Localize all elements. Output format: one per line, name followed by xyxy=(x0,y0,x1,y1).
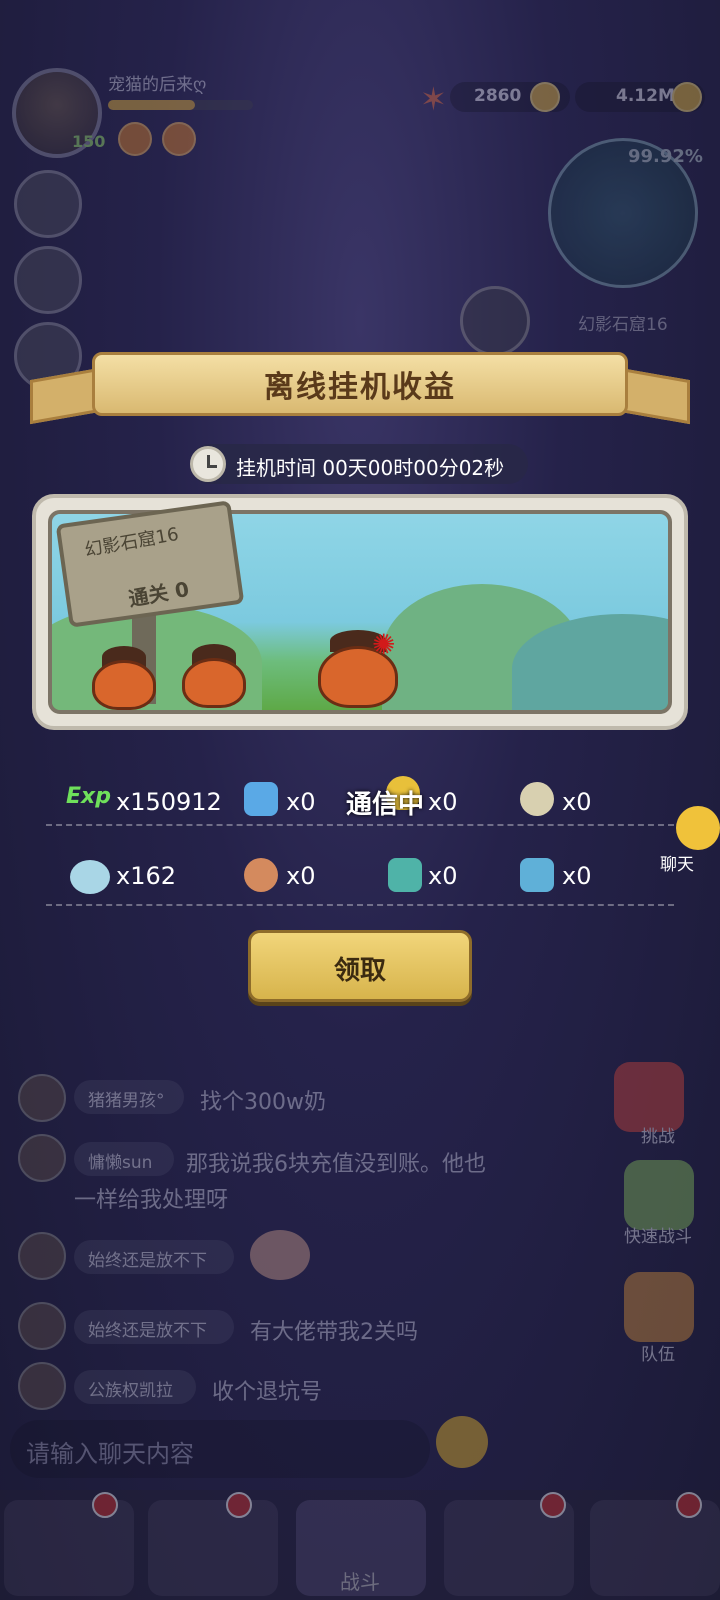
team-button[interactable] xyxy=(624,1272,694,1342)
claim-button-label: 领取 xyxy=(333,956,386,986)
quick-battle-label: 快速战斗 xyxy=(624,1227,692,1247)
chat-avatar[interactable] xyxy=(18,1074,66,1122)
quick-battle-button[interactable] xyxy=(624,1160,694,1230)
chat-sender: 公族权凯拉 xyxy=(88,1381,173,1401)
reward-flame-value: x0 xyxy=(428,788,458,816)
exp-icon: Exp xyxy=(66,784,111,809)
banner-tail-right xyxy=(620,367,690,425)
shell-icon xyxy=(70,860,110,894)
notification-dot-icon xyxy=(540,1492,566,1518)
reward-meat-value: x0 xyxy=(286,862,316,890)
reward-crystal-value: x0 xyxy=(286,788,316,816)
reward-divider xyxy=(46,824,674,826)
chat-message: 那我说我6块充值没到账。他也 xyxy=(186,1152,486,1177)
coin-icon xyxy=(520,782,554,816)
nav-pets-tab[interactable] xyxy=(4,1500,134,1596)
teammate-avatar[interactable] xyxy=(14,170,82,238)
boss-avatar[interactable] xyxy=(460,286,530,356)
reward-coin-value: x0 xyxy=(562,788,592,816)
chat-message: 有大佬带我2关吗 xyxy=(250,1320,418,1345)
gems-count: 2860 xyxy=(474,86,522,106)
shells-count: 4.12M xyxy=(616,86,675,106)
notification-dot-icon xyxy=(92,1492,118,1518)
crystal-icon xyxy=(244,782,278,816)
reward-ore-value: x0 xyxy=(428,862,458,890)
ore-icon xyxy=(388,858,422,892)
reward-ice-crystal-value: x0 xyxy=(562,862,592,890)
modal-title: 离线挂机收益 xyxy=(264,370,456,405)
chat-message: 找个300w奶 xyxy=(200,1090,326,1115)
player-exp-fill xyxy=(108,100,195,110)
idle-timer-text: 挂机时间 00天00时00分02秒 xyxy=(236,456,505,480)
chat-sender: 慵懒sun xyxy=(88,1153,153,1173)
notification-dot-icon xyxy=(226,1492,252,1518)
nav-battle-label: 战斗 xyxy=(340,1570,380,1594)
player-exp-bar xyxy=(108,100,253,110)
player-level: 150 xyxy=(72,132,106,151)
chat-avatar[interactable] xyxy=(18,1134,66,1182)
challenge-label: 挑战 xyxy=(641,1127,675,1147)
chat-sender: 始终还是放不下 xyxy=(88,1321,207,1341)
chat-avatar[interactable] xyxy=(18,1232,66,1280)
medal-icon[interactable] xyxy=(118,122,152,156)
boar-enemy xyxy=(182,658,246,708)
stage-name: 幻影石窟16 xyxy=(578,315,668,335)
nav-shop-tab[interactable] xyxy=(590,1500,720,1596)
add-gems-icon[interactable] xyxy=(530,82,560,112)
chat-input-placeholder: 请输入聊天内容 xyxy=(26,1440,194,1468)
chat-sender: 猪猪男孩° xyxy=(88,1091,165,1111)
starfish-icon: ✶ xyxy=(420,80,447,118)
boar-enemy xyxy=(92,660,156,710)
chat-message: 收个退坑号 xyxy=(212,1380,323,1405)
chat-message-cont: 一样给我处理呀 xyxy=(74,1188,229,1213)
reward-shell-value: x162 xyxy=(116,862,177,890)
medal-icon[interactable] xyxy=(162,122,196,156)
player-name: 宠猫的后来ღ xyxy=(108,75,207,95)
chat-avatar[interactable] xyxy=(18,1302,66,1350)
chat-button[interactable] xyxy=(676,806,720,850)
notification-dot-icon xyxy=(676,1492,702,1518)
ice-crystal-icon xyxy=(520,858,554,892)
pig-sticker xyxy=(250,1230,310,1280)
banner-tail-left xyxy=(30,367,100,425)
add-shells-icon[interactable] xyxy=(672,82,702,112)
minimap-percent: 99.92% xyxy=(628,146,703,167)
chat-button-label: 聊天 xyxy=(660,855,694,875)
reward-divider xyxy=(46,904,674,906)
chat-avatar[interactable] xyxy=(18,1362,66,1410)
nav-hero-tab[interactable] xyxy=(148,1500,278,1596)
team-label: 队伍 xyxy=(641,1345,675,1365)
emoji-button[interactable] xyxy=(436,1416,488,1468)
modal-banner: 离线挂机收益 xyxy=(30,352,690,425)
clock-icon xyxy=(190,446,226,482)
connecting-status: 通信中 xyxy=(346,790,425,820)
teammate-avatar[interactable] xyxy=(14,246,82,314)
angry-icon: ✺ xyxy=(372,628,396,661)
meat-icon xyxy=(244,858,278,892)
reward-exp-value: x150912 xyxy=(116,788,222,816)
chat-sender: 始终还是放不下 xyxy=(88,1251,207,1271)
